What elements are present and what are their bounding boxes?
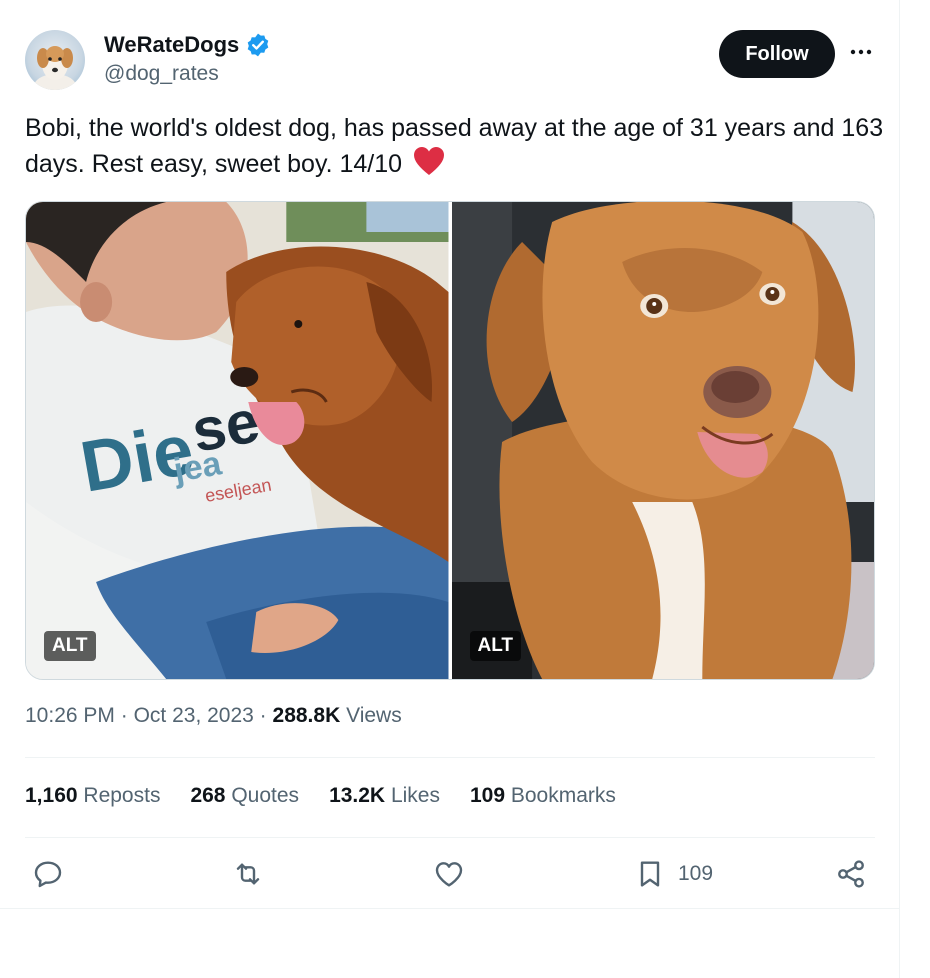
tweet-meta: 10:26 PM · Oct 23, 2023 · 288.8K Views (25, 704, 402, 728)
bookmarks-count: 109 (469, 784, 506, 807)
divider (0, 908, 900, 909)
tweet-media[interactable]: Die se jea eseljean ALT ALT (25, 201, 875, 680)
bookmarks-label: Bookmarks (510, 784, 616, 807)
verified-badge-icon[interactable] (245, 32, 271, 58)
dog-portrait-photo (451, 202, 874, 679)
author-handle[interactable]: @dog_rates (104, 62, 219, 86)
meta-separator: · (259, 704, 267, 727)
heart-icon (435, 862, 463, 887)
tweet-detail: WeRateDogs @dog_rates Follow Bobi, the w… (0, 0, 900, 978)
tweet-text-body: Bobi, the world's oldest dog, has passed… (25, 114, 884, 178)
bookmark-button[interactable]: 109 (634, 854, 713, 894)
dog-avatar-icon (33, 46, 77, 90)
share-icon (838, 860, 864, 888)
tweet-stats: 1,160 Reposts 268 Quotes 13.2K Likes 109… (25, 784, 616, 808)
red-heart-icon (414, 147, 445, 175)
follow-button[interactable]: Follow (719, 30, 835, 78)
man-kissing-dog-photo: Die se jea eseljean (26, 202, 449, 679)
divider (25, 757, 875, 758)
bookmark-count: 109 (678, 862, 714, 885)
author-avatar[interactable] (25, 30, 85, 90)
author-display-name[interactable]: WeRateDogs (104, 32, 239, 58)
views-count: 288.8K (272, 704, 341, 727)
more-dots-icon (850, 49, 872, 55)
alt-badge-1[interactable]: ALT (44, 631, 96, 661)
author-name-row[interactable]: WeRateDogs (104, 30, 271, 60)
alt-badge-2[interactable]: ALT (469, 631, 522, 661)
bookmark-icon (640, 861, 660, 887)
views-label: Views (346, 704, 402, 727)
reply-icon (34, 861, 62, 888)
likes-count: 13.2K (329, 784, 386, 807)
tweet-text: Bobi, the world's oldest dog, has passed… (25, 110, 885, 182)
media-photo-1[interactable]: Die se jea eseljean ALT (26, 202, 449, 679)
divider (25, 837, 875, 838)
reposts-count: 1,160 (25, 784, 78, 807)
meta-separator: · (120, 704, 128, 727)
quotes-stat[interactable]: 268 Quotes (190, 784, 299, 808)
tweet-date[interactable]: Oct 23, 2023 (134, 704, 254, 727)
media-photo-2[interactable]: ALT (451, 202, 874, 679)
likes-stat[interactable]: 13.2K Likes (329, 784, 440, 808)
share-button[interactable] (835, 854, 867, 894)
bookmarks-stat[interactable]: 109 Bookmarks (470, 784, 616, 808)
quotes-label: Quotes (231, 784, 300, 807)
reposts-label: Reposts (83, 784, 161, 807)
reply-button[interactable] (32, 854, 64, 894)
likes-label: Likes (390, 784, 440, 807)
tweet-time[interactable]: 10:26 PM (25, 704, 115, 727)
quotes-count: 268 (190, 784, 226, 807)
reposts-stat[interactable]: 1,160 Reposts (25, 784, 160, 808)
repost-button[interactable] (232, 854, 264, 894)
more-options-button[interactable] (843, 34, 879, 70)
like-button[interactable] (433, 854, 465, 894)
repost-icon (236, 863, 260, 885)
